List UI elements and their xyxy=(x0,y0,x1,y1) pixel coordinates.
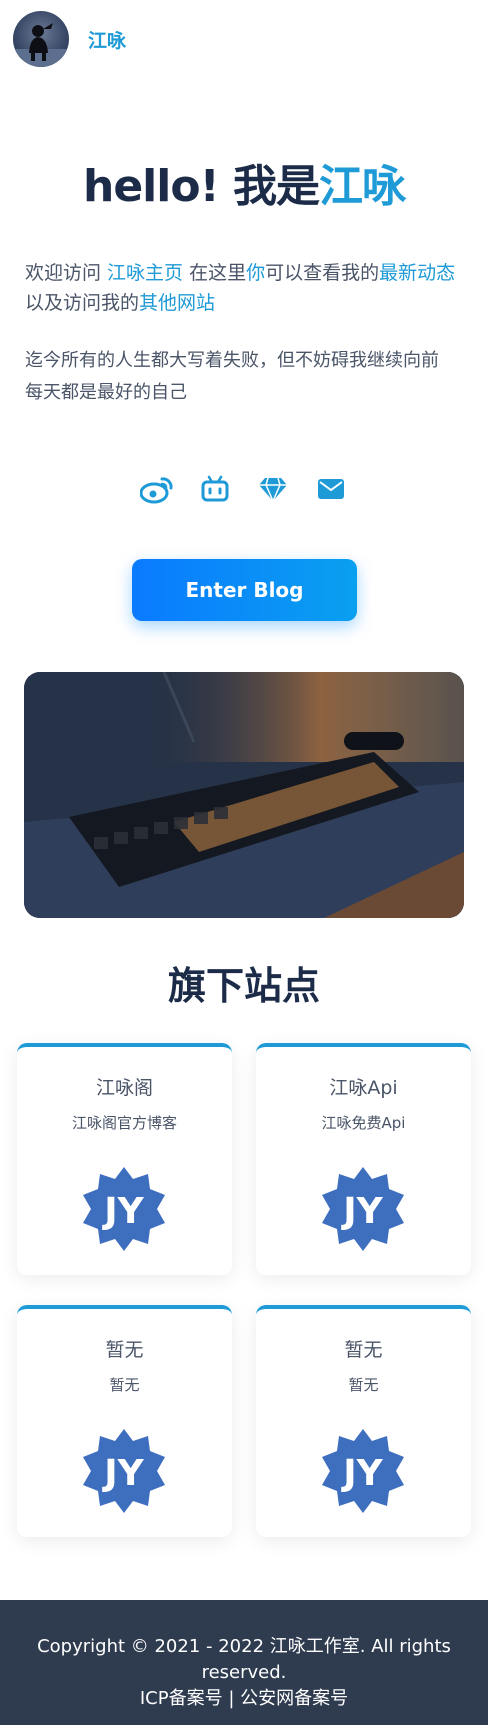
latest-news-link[interactable]: 最新动态 xyxy=(379,262,455,284)
police-record-link[interactable]: 公安网备案号 xyxy=(240,1688,348,1709)
jy-logo-text: JY xyxy=(340,1191,383,1232)
icp-link[interactable]: ICP备案号 xyxy=(140,1688,223,1709)
footer: Copyright © 2021 - 2022 江咏工作室. All right… xyxy=(0,1600,488,1725)
social-links xyxy=(0,472,488,506)
footer-copyright: Copyright © 2021 - 2022 江咏工作室. All right… xyxy=(37,1636,451,1683)
motto-line-2: 每天都是最好的自己 xyxy=(25,382,187,403)
intro-text-2: 在这里 xyxy=(183,262,247,284)
header: 江咏 xyxy=(0,0,488,78)
site-card-title: 暂无 xyxy=(344,1339,383,1361)
mail-icon[interactable] xyxy=(314,472,348,506)
avatar[interactable] xyxy=(13,11,69,67)
weibo-icon[interactable] xyxy=(140,472,174,506)
footer-separator: | xyxy=(222,1688,241,1709)
jy-logo-text: JY xyxy=(101,1191,144,1232)
sites-section-title: 旗下站点 xyxy=(167,964,320,1008)
jy-logo-icon: JY xyxy=(83,1167,165,1251)
jy-logo-icon: JY xyxy=(83,1429,165,1513)
intro-text-4: 以及访问我的 xyxy=(25,292,140,314)
hero-title: hello! 我是江咏 xyxy=(0,150,488,214)
intro-text-1: 欢迎访问 xyxy=(25,262,108,284)
site-card-desc: 江咏阁官方博客 xyxy=(71,1114,177,1132)
site-card-title: 江咏阁 xyxy=(95,1077,153,1099)
site-card-title: 暂无 xyxy=(105,1339,144,1361)
footer-records: ICP备案号 | 公安网备案号 xyxy=(0,1686,488,1712)
home-link[interactable]: 江咏主页 xyxy=(107,262,183,284)
site-card-desc: 暂无 xyxy=(348,1376,379,1394)
diamond-icon[interactable] xyxy=(256,472,290,506)
site-card[interactable]: 暂无 暂无 JY xyxy=(256,1305,471,1537)
site-card[interactable]: 暂无 暂无 JY xyxy=(17,1305,232,1537)
site-card[interactable]: 江咏Api 江咏免费Api JY xyxy=(256,1043,471,1275)
banner-image xyxy=(24,672,464,918)
motto-line-1: 迄今所有的人生都大写着失败，但不妨碍我继续向前 xyxy=(25,350,439,371)
intro-you: 你 xyxy=(246,262,266,284)
intro-text-3: 可以查看我的 xyxy=(265,262,380,284)
site-card-title: 江咏Api xyxy=(329,1077,398,1099)
hero-greeting: hello! 我是 xyxy=(83,161,320,212)
motto: 迄今所有的人生都大写着失败，但不妨碍我继续向前 每天都是最好的自己 xyxy=(25,347,465,407)
site-card[interactable]: 江咏阁 江咏阁官方博客 JY xyxy=(17,1043,232,1275)
brand-name[interactable]: 江咏 xyxy=(88,26,126,53)
enter-blog-button[interactable]: Enter Blog xyxy=(132,559,357,621)
site-card-desc: 江咏免费Api xyxy=(321,1114,406,1132)
jy-logo-icon: JY xyxy=(322,1429,404,1513)
jy-logo-text: JY xyxy=(340,1453,383,1494)
intro-text: 欢迎访问 江咏主页 在这里你可以查看我的最新动态 以及访问我的其他网站 xyxy=(25,258,470,318)
jy-logo-text: JY xyxy=(101,1453,144,1494)
bilibili-icon[interactable] xyxy=(198,472,232,506)
site-card-desc: 暂无 xyxy=(109,1376,140,1394)
hero-name: 江咏 xyxy=(318,161,406,212)
jy-logo-icon: JY xyxy=(322,1167,404,1251)
other-sites-link[interactable]: 其他网站 xyxy=(139,292,215,314)
avatar-silhouette-icon xyxy=(13,23,69,67)
